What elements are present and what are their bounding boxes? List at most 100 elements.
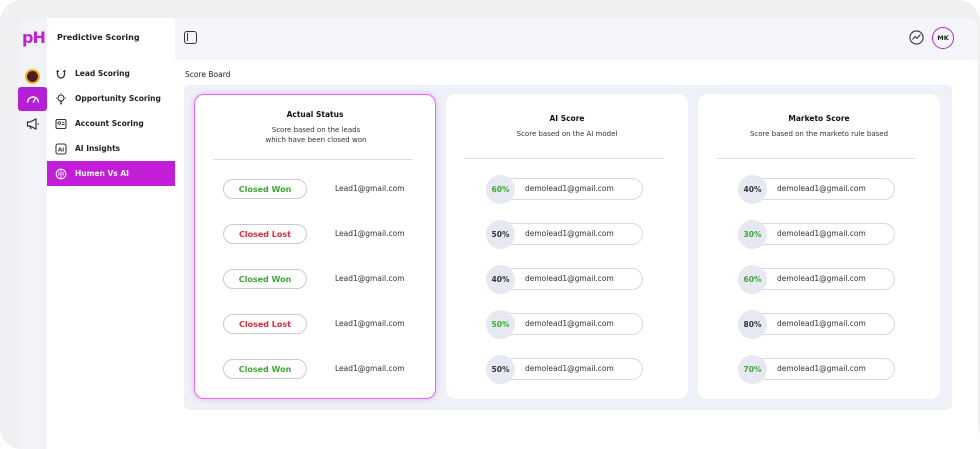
list-item: 50% demolead1@gmail.com [446, 220, 688, 249]
list-item: 60% demolead1@gmail.com [698, 265, 940, 294]
list-item: 30% demolead1@gmail.com [698, 220, 940, 249]
sidebar-item-label: AI Insights [75, 144, 121, 153]
score-board: Actual Status Score based on the leads w… [184, 85, 952, 410]
card-title: Actual Status [286, 110, 344, 119]
score-pill: 70% demolead1@gmail.com [738, 355, 895, 384]
top-bar: MK [175, 18, 978, 60]
sidebar-item-label: Account Scoring [75, 119, 144, 128]
status-badge: Closed Won [223, 269, 307, 289]
score-pill: 80% demolead1@gmail.com [738, 310, 895, 339]
bulb-icon [54, 92, 68, 106]
score-badge: 60% [738, 265, 767, 294]
rail-megaphone-button[interactable] [18, 112, 47, 136]
list-item: 50% demolead1@gmail.com [446, 355, 688, 384]
status-badge: Closed Lost [223, 314, 307, 334]
lead-email: Lead1@gmail.com [335, 319, 405, 328]
list-item: 50% demolead1@gmail.com [446, 310, 688, 339]
list-item: Closed Lost Lead1@gmail.com [195, 314, 435, 336]
card-subtitle: Score based on the marketo rule based [749, 130, 889, 138]
divider [464, 158, 664, 159]
sidebar-item-label: Lead Scoring [75, 69, 130, 78]
sidebar-item-label: Opportunity Scoring [75, 94, 161, 103]
lead-email: demolead1@gmail.com [525, 274, 614, 283]
lead-email: Lead1@gmail.com [335, 184, 405, 193]
magnet-icon [54, 67, 68, 81]
score-pill: 40% demolead1@gmail.com [486, 265, 643, 294]
avatar [25, 68, 40, 84]
card-subtitle: Score based on the AI model [516, 130, 618, 138]
lead-email: demolead1@gmail.com [777, 319, 866, 328]
lead-email: demolead1@gmail.com [525, 184, 614, 193]
ai-score-card: AI Score Score based on the AI model 60%… [446, 94, 688, 399]
lead-email: Lead1@gmail.com [335, 229, 405, 238]
ai-chip-icon: AI [54, 142, 68, 156]
list-item: 40% demolead1@gmail.com [698, 175, 940, 204]
divider [213, 159, 413, 160]
sidebar-collapse-icon[interactable] [184, 31, 197, 44]
lead-email: demolead1@gmail.com [525, 319, 614, 328]
list-item: 70% demolead1@gmail.com [698, 355, 940, 384]
sidebar-item-account-scoring[interactable]: Account Scoring [47, 111, 175, 136]
lead-email: demolead1@gmail.com [777, 274, 866, 283]
list-item: 80% demolead1@gmail.com [698, 310, 940, 339]
score-badge: 50% [486, 220, 515, 249]
divider [716, 158, 916, 159]
megaphone-icon [26, 118, 39, 130]
list-item: Closed Won Lead1@gmail.com [195, 359, 435, 381]
card-subtitle-line2: which have been closed won [265, 136, 367, 144]
user-avatar[interactable]: MK [932, 27, 954, 49]
marketo-score-card: Marketo Score Score based on the marketo… [698, 94, 940, 399]
sidebar-item-humen-vs-ai[interactable]: Humen Vs AI [47, 161, 175, 186]
list-item: 60% demolead1@gmail.com [446, 175, 688, 204]
lead-email: Lead1@gmail.com [335, 274, 405, 283]
gauge-icon [26, 96, 39, 103]
score-badge: 60% [486, 175, 515, 204]
trend-chart-icon[interactable] [909, 30, 924, 45]
score-pill: 60% demolead1@gmail.com [486, 175, 643, 204]
score-pill: 50% demolead1@gmail.com [486, 355, 643, 384]
sidebar-item-opportunity-scoring[interactable]: Opportunity Scoring [47, 86, 175, 111]
app-logo: pH [22, 28, 46, 47]
lead-email: demolead1@gmail.com [525, 229, 614, 238]
lead-email: demolead1@gmail.com [525, 364, 614, 373]
list-item: Closed Won Lead1@gmail.com [195, 179, 435, 201]
brain-icon [54, 167, 68, 181]
sidebar-item-lead-scoring[interactable]: Lead Scoring [47, 61, 175, 86]
card-title: AI Score [549, 114, 585, 123]
icon-rail: pH [18, 18, 47, 449]
status-badge: Closed Lost [223, 224, 307, 244]
sidebar-item-label: Humen Vs AI [75, 169, 129, 178]
score-badge: 30% [738, 220, 767, 249]
list-item: 40% demolead1@gmail.com [446, 265, 688, 294]
lead-email: demolead1@gmail.com [777, 184, 866, 193]
sidebar-item-ai-insights[interactable]: AI AI Insights [47, 136, 175, 161]
account-card-icon [54, 117, 68, 131]
card-title: Marketo Score [788, 114, 850, 123]
score-badge: 50% [486, 310, 515, 339]
main-content: Score Board Actual Status Score based on… [175, 60, 978, 449]
list-item: Closed Lost Lead1@gmail.com [195, 224, 435, 246]
score-badge: 70% [738, 355, 767, 384]
rail-gauge-button[interactable] [18, 87, 47, 111]
status-badge: Closed Won [223, 359, 307, 379]
score-badge: 80% [738, 310, 767, 339]
sidebar-menu: Lead Scoring Opportunity Scoring Account… [47, 61, 175, 186]
score-pill: 60% demolead1@gmail.com [738, 265, 895, 294]
actual-status-card: Actual Status Score based on the leads w… [194, 94, 436, 399]
status-badge: Closed Won [223, 179, 307, 199]
score-badge: 50% [486, 355, 515, 384]
lead-email: demolead1@gmail.com [777, 364, 866, 373]
card-subtitle-line1: Score based on the leads [271, 126, 361, 134]
lead-email: demolead1@gmail.com [777, 229, 866, 238]
app-title: Predictive Scoring [57, 33, 140, 42]
score-pill: 40% demolead1@gmail.com [738, 175, 895, 204]
app-screen: pH Predictive Scoring Lead Scoring Oppor… [18, 18, 978, 449]
svg-text:AI: AI [58, 147, 64, 153]
list-item: Closed Won Lead1@gmail.com [195, 269, 435, 291]
score-pill: 30% demolead1@gmail.com [738, 220, 895, 249]
score-pill: 50% demolead1@gmail.com [486, 310, 643, 339]
page-title: Score Board [185, 70, 231, 79]
rail-avatar-button[interactable] [18, 64, 47, 88]
score-pill: 50% demolead1@gmail.com [486, 220, 643, 249]
lead-email: Lead1@gmail.com [335, 364, 405, 373]
